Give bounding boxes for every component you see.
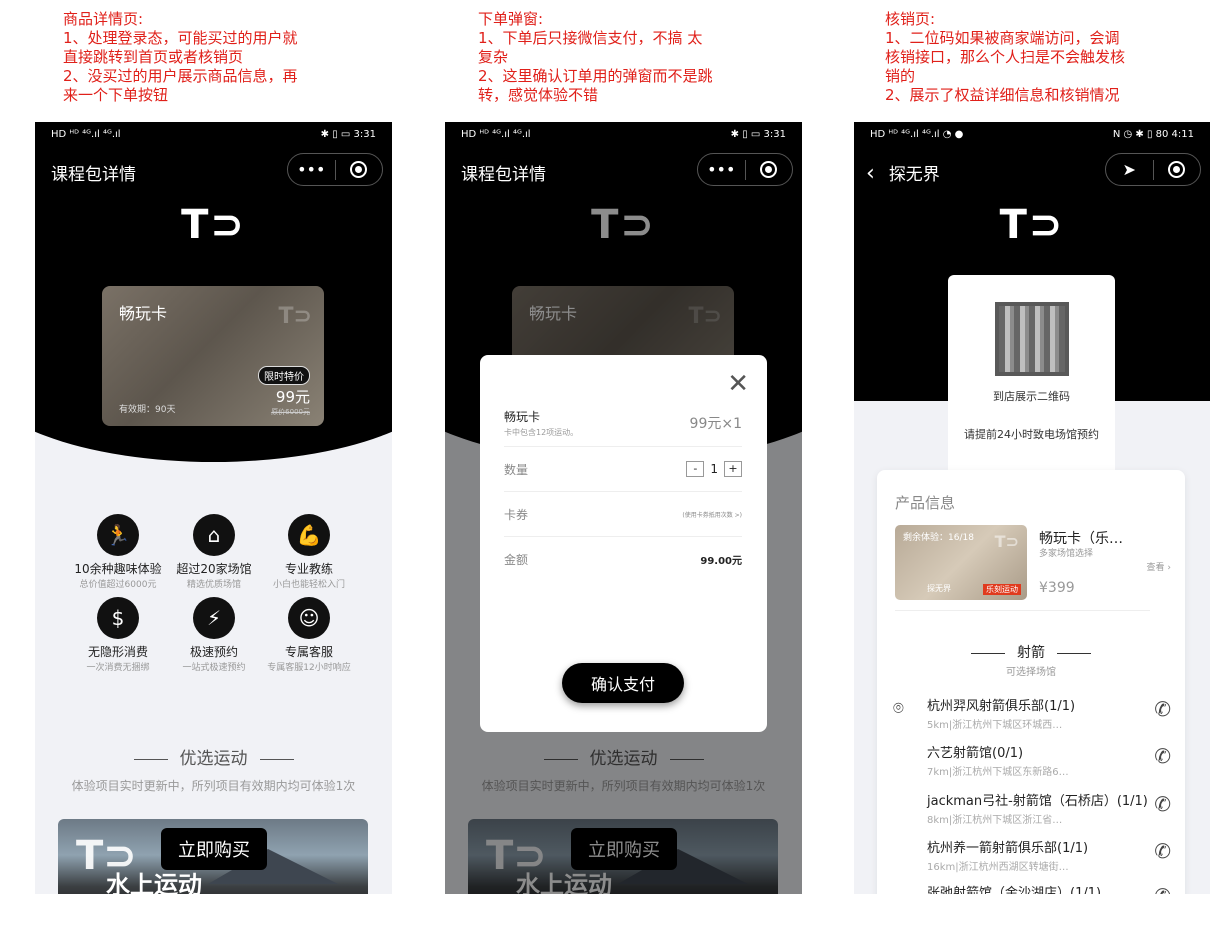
order-item-qty: 99元×1	[689, 415, 742, 432]
mini-capsule: •••	[697, 153, 793, 186]
service-icon: ☺	[288, 597, 330, 639]
section-header: 优选运动 体验项目实时更新中，所列项目有效期内均可体验1次	[35, 744, 392, 794]
qr-code[interactable]	[994, 302, 1069, 376]
page-title: 课程包详情	[461, 165, 546, 185]
phone-icon[interactable]: ✆	[1154, 792, 1171, 816]
buy-now-button[interactable]: 立即购买	[161, 828, 267, 870]
sport-subheading: 可选择场馆	[1006, 667, 1056, 678]
status-bar: HD ᴴᴰ ⁴ᴳ.ıl ⁴ᴳ.ıl ◔ ● N ◷ ✱ ▯ 80 4:11	[870, 128, 1194, 140]
phone-icon[interactable]: ✆	[1154, 884, 1171, 894]
plus-button[interactable]: +	[724, 461, 742, 477]
card-orig-price: 原价6000元	[271, 408, 310, 416]
order-modal: ✕ 畅玩卡卡中包含12项运动。 99元×1 数量 -1 + 卡券 (使用卡券抵用次…	[480, 355, 767, 732]
quantity-stepper[interactable]: -1 +	[686, 461, 742, 477]
feature-item: 💪 专业教练 小白也能轻松入门	[254, 514, 364, 590]
quantity-row: 数量 -1 +	[504, 447, 742, 492]
location-pin-icon: ⌾	[893, 698, 904, 719]
nav-header: ‹ 探无界	[866, 160, 940, 186]
annotation-detail: 商品详情页: 1、处理登录态，可能买过的用户就 直接跳转到首页或者核销页 2、没…	[63, 10, 298, 104]
sale-badge: 限时特价	[258, 366, 310, 385]
venue-item[interactable]: 杭州养一箭射箭俱乐部(1/1) 16km|浙江杭州西湖区转塘街… ✆	[927, 837, 1175, 877]
venue-item[interactable]: 六艺射箭馆(0/1) 7km|浙江杭州下城区东新路6… ✆	[927, 742, 1175, 782]
minus-button[interactable]: -	[686, 461, 705, 477]
close-miniapp-icon[interactable]	[1154, 161, 1201, 178]
back-icon[interactable]: ‹	[866, 161, 875, 186]
feature-item: ⌂ 超过20家场馆 精选优质场馆	[159, 514, 269, 590]
qr-card: 到店展示二维码 请提前24小时致电场馆预约	[948, 275, 1115, 475]
product-price: ¥399	[1039, 580, 1075, 596]
phone-icon[interactable]: ✆	[1154, 839, 1171, 863]
close-icon[interactable]: ✕	[727, 369, 749, 399]
feature-item: ☺ 专属客服 专属客服12小时响应	[254, 597, 364, 673]
location-icon[interactable]: ➤	[1106, 160, 1153, 179]
confirm-pay-button[interactable]: 确认支付	[562, 663, 684, 703]
lightning-icon: ⚡	[193, 597, 235, 639]
annotation-verify: 核销页: 1、二位码如果被商家端访问，会调 核销接口，那么个人扫是不会触发核 销…	[885, 10, 1126, 104]
card-price: 99元	[275, 388, 310, 406]
venue-item[interactable]: 杭州羿风射箭俱乐部(1/1) 5km|浙江杭州下城区环城西… ✆	[927, 695, 1175, 735]
product-image[interactable]: 剩余体验：16/18 T⊃ 探无界 乐刻运动	[895, 525, 1027, 600]
home-icon: ⌂	[193, 514, 235, 556]
close-miniapp-icon[interactable]	[336, 161, 383, 178]
feature-item: 🏃 10余种趣味体验 总价值超过6000元	[63, 514, 173, 590]
amount-row: 金额 99.00元	[504, 553, 742, 567]
feature-item: ⚡ 极速预约 一站式极速预约	[159, 597, 269, 673]
brand-logo: T⊃	[181, 202, 246, 248]
card-logo: T⊃	[278, 304, 312, 329]
phone-icon[interactable]: ✆	[1154, 744, 1171, 768]
money-hand-icon: $	[97, 597, 139, 639]
arm-icon: 💪	[288, 514, 330, 556]
annotation-order: 下单弹窗: 1、下单后只接微信支付，不搞 太 复杂 2、这里确认订单用的弹窗而不…	[478, 10, 713, 104]
phone-detail: HD ᴴᴰ ⁴ᴳ.ıl ⁴ᴳ.ıl ✱ ▯ ▭ 3:31 课程包详情 ••• T⊃…	[35, 122, 392, 894]
phone-verify: HD ᴴᴰ ⁴ᴳ.ıl ⁴ᴳ.ıl ◔ ● N ◷ ✱ ▯ 80 4:11 ‹ 探无…	[854, 122, 1210, 894]
order-item-desc: 卡中包含12项运动。	[504, 427, 579, 437]
more-icon[interactable]: •••	[698, 160, 745, 179]
product-card[interactable]: 畅玩卡 T⊃ 限时特价 99元 原价6000元 有效期：90天	[102, 286, 324, 426]
phone-order-modal: HD ᴴᴰ ⁴ᴳ.ıl ⁴ᴳ.ıl ✱ ▯ ▭ 3:31 课程包详情 ••• T⊃…	[445, 122, 802, 894]
mini-capsule: •••	[287, 153, 383, 186]
qr-tip: 到店展示二维码	[993, 390, 1070, 403]
phone-icon[interactable]: ✆	[1154, 697, 1171, 721]
feature-item: $ 无隐形消费 一次消费无捆绑	[63, 597, 173, 673]
status-bar: HD ᴴᴰ ⁴ᴳ.ıl ⁴ᴳ.ıl ✱ ▯ ▭ 3:31	[51, 128, 376, 140]
more-icon[interactable]: •••	[288, 160, 335, 179]
status-bar: HD ᴴᴰ ⁴ᴳ.ıl ⁴ᴳ.ıl ✱ ▯ ▭ 3:31	[461, 128, 786, 140]
section-subtitle: 体验项目实时更新中，所列项目有效期内均可体验1次	[71, 779, 356, 793]
product-info-title: 产品信息	[895, 494, 956, 512]
mini-capsule: ➤	[1105, 153, 1201, 186]
amount-value: 99.00元	[700, 556, 742, 567]
product-sub: 多家场馆选择	[1039, 549, 1094, 559]
section-title: 优选运动	[179, 749, 248, 769]
view-link[interactable]: 查看 ›	[1147, 560, 1171, 573]
venue-item[interactable]: 张弛射箭馆（金沙湖店）(1/1)✆	[927, 882, 1175, 894]
qr-note: 请提前24小时致电场馆预约	[964, 428, 1099, 441]
sport-heading: 射箭	[877, 642, 1185, 662]
product-name: 畅玩卡（乐…	[1039, 531, 1123, 547]
brand-logo: T⊃	[999, 202, 1065, 248]
order-item-row: 畅玩卡卡中包含12项运动。 99元×1	[504, 399, 742, 447]
coupon-row[interactable]: 卡券 (使用卡券抵用次数 >)	[504, 492, 742, 537]
venue-item[interactable]: jackman弓社-射箭馆（石桥店）(1/1) 8km|浙江杭州下城区浙江省… ✆	[927, 790, 1175, 830]
product-info-panel: 产品信息 剩余体验：16/18 T⊃ 探无界 乐刻运动 畅玩卡（乐… 多家场馆选…	[877, 470, 1185, 894]
card-validity: 有效期：90天	[119, 405, 176, 415]
fencing-icon: 🏃	[97, 514, 139, 556]
card-name: 畅玩卡	[119, 304, 168, 323]
close-miniapp-icon[interactable]	[746, 161, 793, 178]
page-title: 课程包详情	[51, 165, 136, 185]
order-item-name: 畅玩卡	[504, 409, 541, 424]
page-title: 探无界	[888, 165, 940, 185]
